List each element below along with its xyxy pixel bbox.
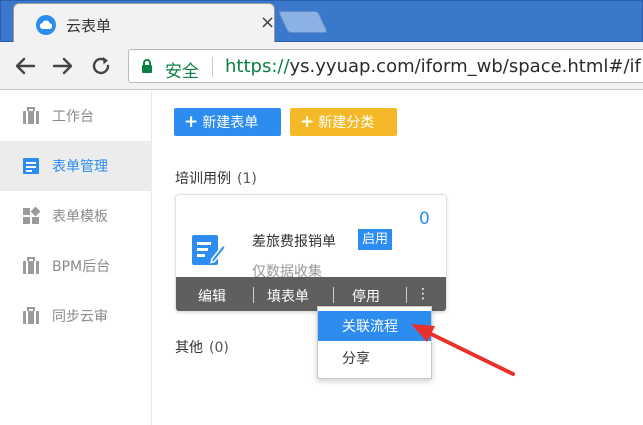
form-edit-icon bbox=[190, 231, 227, 269]
url-scheme: https:// bbox=[225, 56, 290, 77]
action-divider bbox=[333, 287, 334, 303]
sidebar-item-label: 同步云审 bbox=[52, 309, 108, 325]
group-name: 其他 bbox=[175, 340, 203, 356]
template-grid-icon bbox=[22, 206, 41, 225]
secure-label: 安全 bbox=[165, 62, 199, 82]
tab-close-icon[interactable]: × bbox=[260, 13, 275, 33]
omnibox-divider bbox=[212, 57, 213, 77]
sidebar-item-form-templates[interactable]: 表单模板 bbox=[0, 191, 152, 241]
group-name: 培训用例 bbox=[175, 171, 231, 187]
briefcase-icon bbox=[22, 107, 40, 125]
browser-tab[interactable]: 云表单 × bbox=[13, 3, 275, 43]
group-count: (1) bbox=[237, 171, 257, 187]
more-options-icon[interactable]: ⋮ bbox=[416, 286, 430, 302]
group-title-other[interactable]: 其他 (0) bbox=[175, 337, 229, 357]
briefcase-icon bbox=[22, 257, 40, 275]
cloud-logo-icon bbox=[36, 15, 56, 35]
reload-icon[interactable] bbox=[88, 53, 114, 79]
lock-icon bbox=[141, 59, 153, 78]
form-name: 差旅费报销单 bbox=[252, 234, 336, 250]
browser-tabstrip: 云表单 × bbox=[0, 0, 643, 43]
plus-icon: + bbox=[184, 112, 199, 132]
url-text[interactable]: https://ys.yyuap.com/iform_wb/space.html… bbox=[225, 56, 641, 77]
action-divider bbox=[406, 287, 407, 303]
url-path: ys.yyuap.com/iform_wb/space.html#/if bbox=[289, 56, 641, 77]
forward-arrow-icon[interactable] bbox=[50, 53, 76, 79]
new-form-button[interactable]: + 新建表单 bbox=[174, 108, 281, 136]
status-badge: 启用 bbox=[358, 229, 393, 250]
sidebar-item-bpm-admin[interactable]: BPM后台 bbox=[0, 241, 152, 291]
action-divider bbox=[253, 287, 254, 303]
sidebar-item-sync-cloud-audit[interactable]: 同步云审 bbox=[0, 291, 152, 341]
group-count: (0) bbox=[209, 340, 229, 356]
sidebar-item-label: 工作台 bbox=[52, 109, 94, 125]
group-title-training[interactable]: 培训用例 (1) bbox=[175, 168, 257, 188]
form-card[interactable]: 0 差旅费报销单 启用 仅数据收集 编辑 填表单 停用 ⋮ bbox=[175, 194, 447, 312]
new-tab-button[interactable] bbox=[277, 11, 329, 33]
menu-item-label: 关联流程 bbox=[342, 319, 398, 335]
new-category-button[interactable]: + 新建分类 bbox=[290, 108, 397, 136]
sidebar-item-label: 表单管理 bbox=[52, 159, 108, 175]
sidebar-item-workbench[interactable]: 工作台 bbox=[0, 91, 152, 141]
back-arrow-icon[interactable] bbox=[12, 53, 38, 79]
sidebar-item-label: BPM后台 bbox=[52, 259, 111, 275]
sidebar-item-form-management[interactable]: 表单管理 bbox=[0, 141, 152, 191]
fill-form-button[interactable]: 填表单 bbox=[267, 286, 309, 306]
browser-toolbar: 安全 https://ys.yyuap.com/iform_wb/space.h… bbox=[0, 42, 643, 90]
new-form-label: 新建表单 bbox=[202, 115, 259, 131]
new-category-label: 新建分类 bbox=[318, 115, 375, 131]
tab-title: 云表单 bbox=[66, 17, 112, 35]
edit-button[interactable]: 编辑 bbox=[198, 286, 226, 306]
menu-item-label: 分享 bbox=[342, 351, 370, 367]
form-list-icon bbox=[22, 157, 40, 175]
disable-button[interactable]: 停用 bbox=[352, 286, 380, 306]
sidebar-item-label: 表单模板 bbox=[52, 209, 108, 225]
briefcase-icon bbox=[22, 307, 40, 325]
submission-count: 0 bbox=[419, 209, 430, 229]
annotation-arrow-icon bbox=[411, 324, 515, 376]
plus-icon: + bbox=[300, 112, 315, 132]
sidebar: 工作台 表单管理 表单模板 BPM后台 同步云审 bbox=[0, 91, 152, 425]
address-bar[interactable]: 安全 https://ys.yyuap.com/iform_wb/space.h… bbox=[128, 49, 643, 83]
